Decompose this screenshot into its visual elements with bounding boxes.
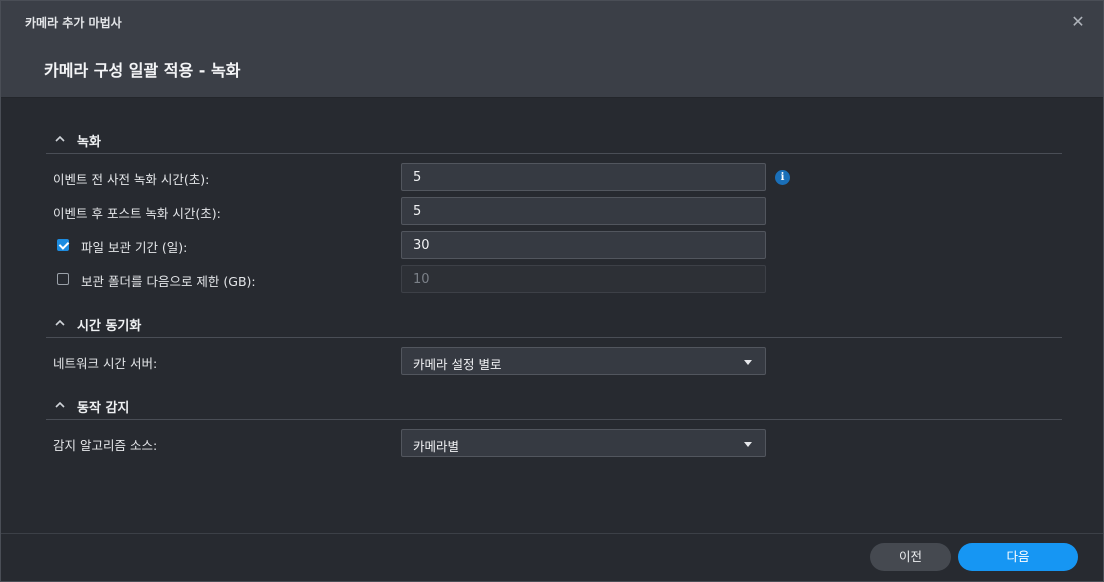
dialog-footer: 이전 다음 [1, 533, 1103, 581]
next-button[interactable]: 다음 [958, 543, 1078, 571]
pre-event-row: 이벤트 전 사전 녹화 시간(초): i [53, 163, 1053, 191]
retention-label: 파일 보관 기간 (일): [81, 240, 188, 255]
algorithm-row: 감지 알고리즘 소스: 카메라별 [53, 429, 1053, 457]
chevron-down-icon [744, 360, 752, 365]
prev-button[interactable]: 이전 [870, 543, 951, 571]
folder-limit-row: 보관 폴더를 다음으로 제한 (GB): [53, 265, 1053, 293]
section-motion-header[interactable]: 동작 감지 [46, 392, 1062, 420]
retention-checkbox[interactable] [57, 239, 69, 251]
folder-limit-input[interactable] [401, 265, 766, 293]
retention-input[interactable] [401, 231, 766, 259]
section-recording-header[interactable]: 녹화 [46, 126, 1062, 154]
section-time-sync-header[interactable]: 시간 동기화 [46, 310, 1062, 338]
algorithm-select[interactable]: 카메라별 [401, 429, 766, 457]
section-title: 시간 동기화 [77, 319, 142, 334]
chevron-up-icon [55, 319, 65, 326]
window-title: 카메라 추가 마법사 [25, 16, 122, 30]
algorithm-label: 감지 알고리즘 소스: [53, 438, 158, 453]
section-title: 녹화 [77, 135, 101, 150]
folder-limit-label: 보관 폴더를 다음으로 제한 (GB): [81, 274, 256, 289]
ntp-select-value: 카메라 설정 별로 [413, 357, 502, 372]
add-camera-wizard-dialog: 카메라 추가 마법사 ✕ 카메라 구성 일괄 적용 - 녹화 녹화 이벤트 전 … [0, 0, 1104, 582]
retention-row: 파일 보관 기간 (일): [53, 231, 1053, 259]
pre-event-input[interactable] [401, 163, 766, 191]
post-event-row: 이벤트 후 포스트 녹화 시간(초): [53, 197, 1053, 225]
page-title: 카메라 구성 일괄 적용 - 녹화 [44, 61, 241, 80]
folder-limit-checkbox[interactable] [57, 273, 69, 285]
ntp-row: 네트워크 시간 서버: 카메라 설정 별로 [53, 347, 1053, 375]
close-icon[interactable]: ✕ [1067, 11, 1089, 33]
dialog-header: 카메라 추가 마법사 ✕ 카메라 구성 일괄 적용 - 녹화 [1, 1, 1103, 98]
algorithm-select-value: 카메라별 [413, 439, 460, 454]
dialog-content: 녹화 이벤트 전 사전 녹화 시간(초): i 이벤트 후 포스트 녹화 시간(… [1, 99, 1103, 533]
post-event-label: 이벤트 후 포스트 녹화 시간(초): [53, 206, 221, 221]
section-title: 동작 감지 [77, 401, 130, 416]
post-event-input[interactable] [401, 197, 766, 225]
chevron-up-icon [55, 401, 65, 408]
info-icon[interactable]: i [775, 170, 790, 185]
pre-event-label: 이벤트 전 사전 녹화 시간(초): [53, 172, 210, 187]
ntp-label: 네트워크 시간 서버: [53, 356, 158, 371]
chevron-up-icon [55, 135, 65, 142]
chevron-down-icon [744, 442, 752, 447]
ntp-select[interactable]: 카메라 설정 별로 [401, 347, 766, 375]
